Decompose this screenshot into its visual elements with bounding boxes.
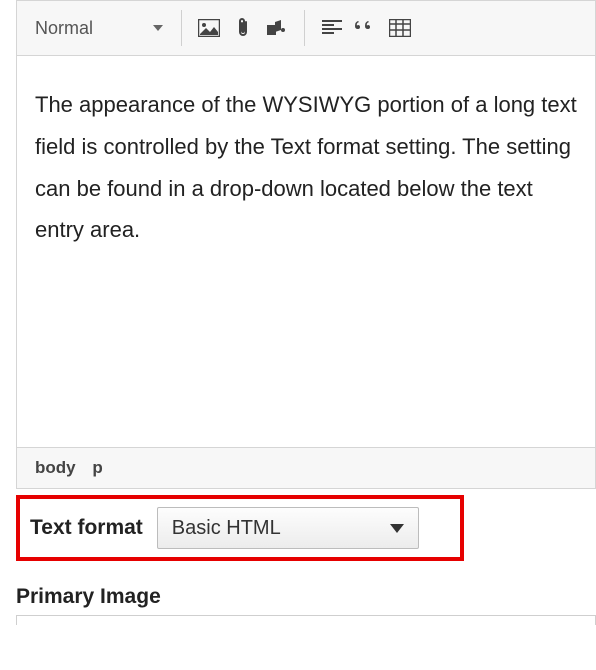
text-format-select[interactable]: Basic HTML xyxy=(157,507,419,549)
editor-content[interactable]: The appearance of the WYSIWYG portion of… xyxy=(16,56,596,448)
table-icon[interactable] xyxy=(383,11,417,45)
text-format-value: Basic HTML xyxy=(172,517,281,540)
editor-toolbar: Normal xyxy=(16,0,596,56)
text-format-label: Text format xyxy=(30,516,143,540)
media-icon[interactable] xyxy=(260,11,294,45)
element-path-body[interactable]: body xyxy=(35,458,76,477)
editor-text: The appearance of the WYSIWYG portion of… xyxy=(35,92,577,242)
element-path-p[interactable]: p xyxy=(92,458,102,477)
toolbar-separator xyxy=(304,10,305,46)
blockquote-icon[interactable] xyxy=(349,11,383,45)
image-icon[interactable] xyxy=(192,11,226,45)
text-format-highlight: Text format Basic HTML xyxy=(16,495,464,561)
align-left-icon[interactable] xyxy=(315,11,349,45)
chevron-down-icon xyxy=(153,25,163,31)
primary-image-field[interactable] xyxy=(16,615,596,625)
toolbar-separator xyxy=(181,10,182,46)
chevron-down-icon xyxy=(390,524,404,533)
paragraph-format-value: Normal xyxy=(35,18,93,39)
attachment-icon[interactable] xyxy=(226,11,260,45)
paragraph-format-select[interactable]: Normal xyxy=(27,14,171,43)
editor-statusbar: body p xyxy=(16,448,596,489)
primary-image-label: Primary Image xyxy=(16,585,596,609)
